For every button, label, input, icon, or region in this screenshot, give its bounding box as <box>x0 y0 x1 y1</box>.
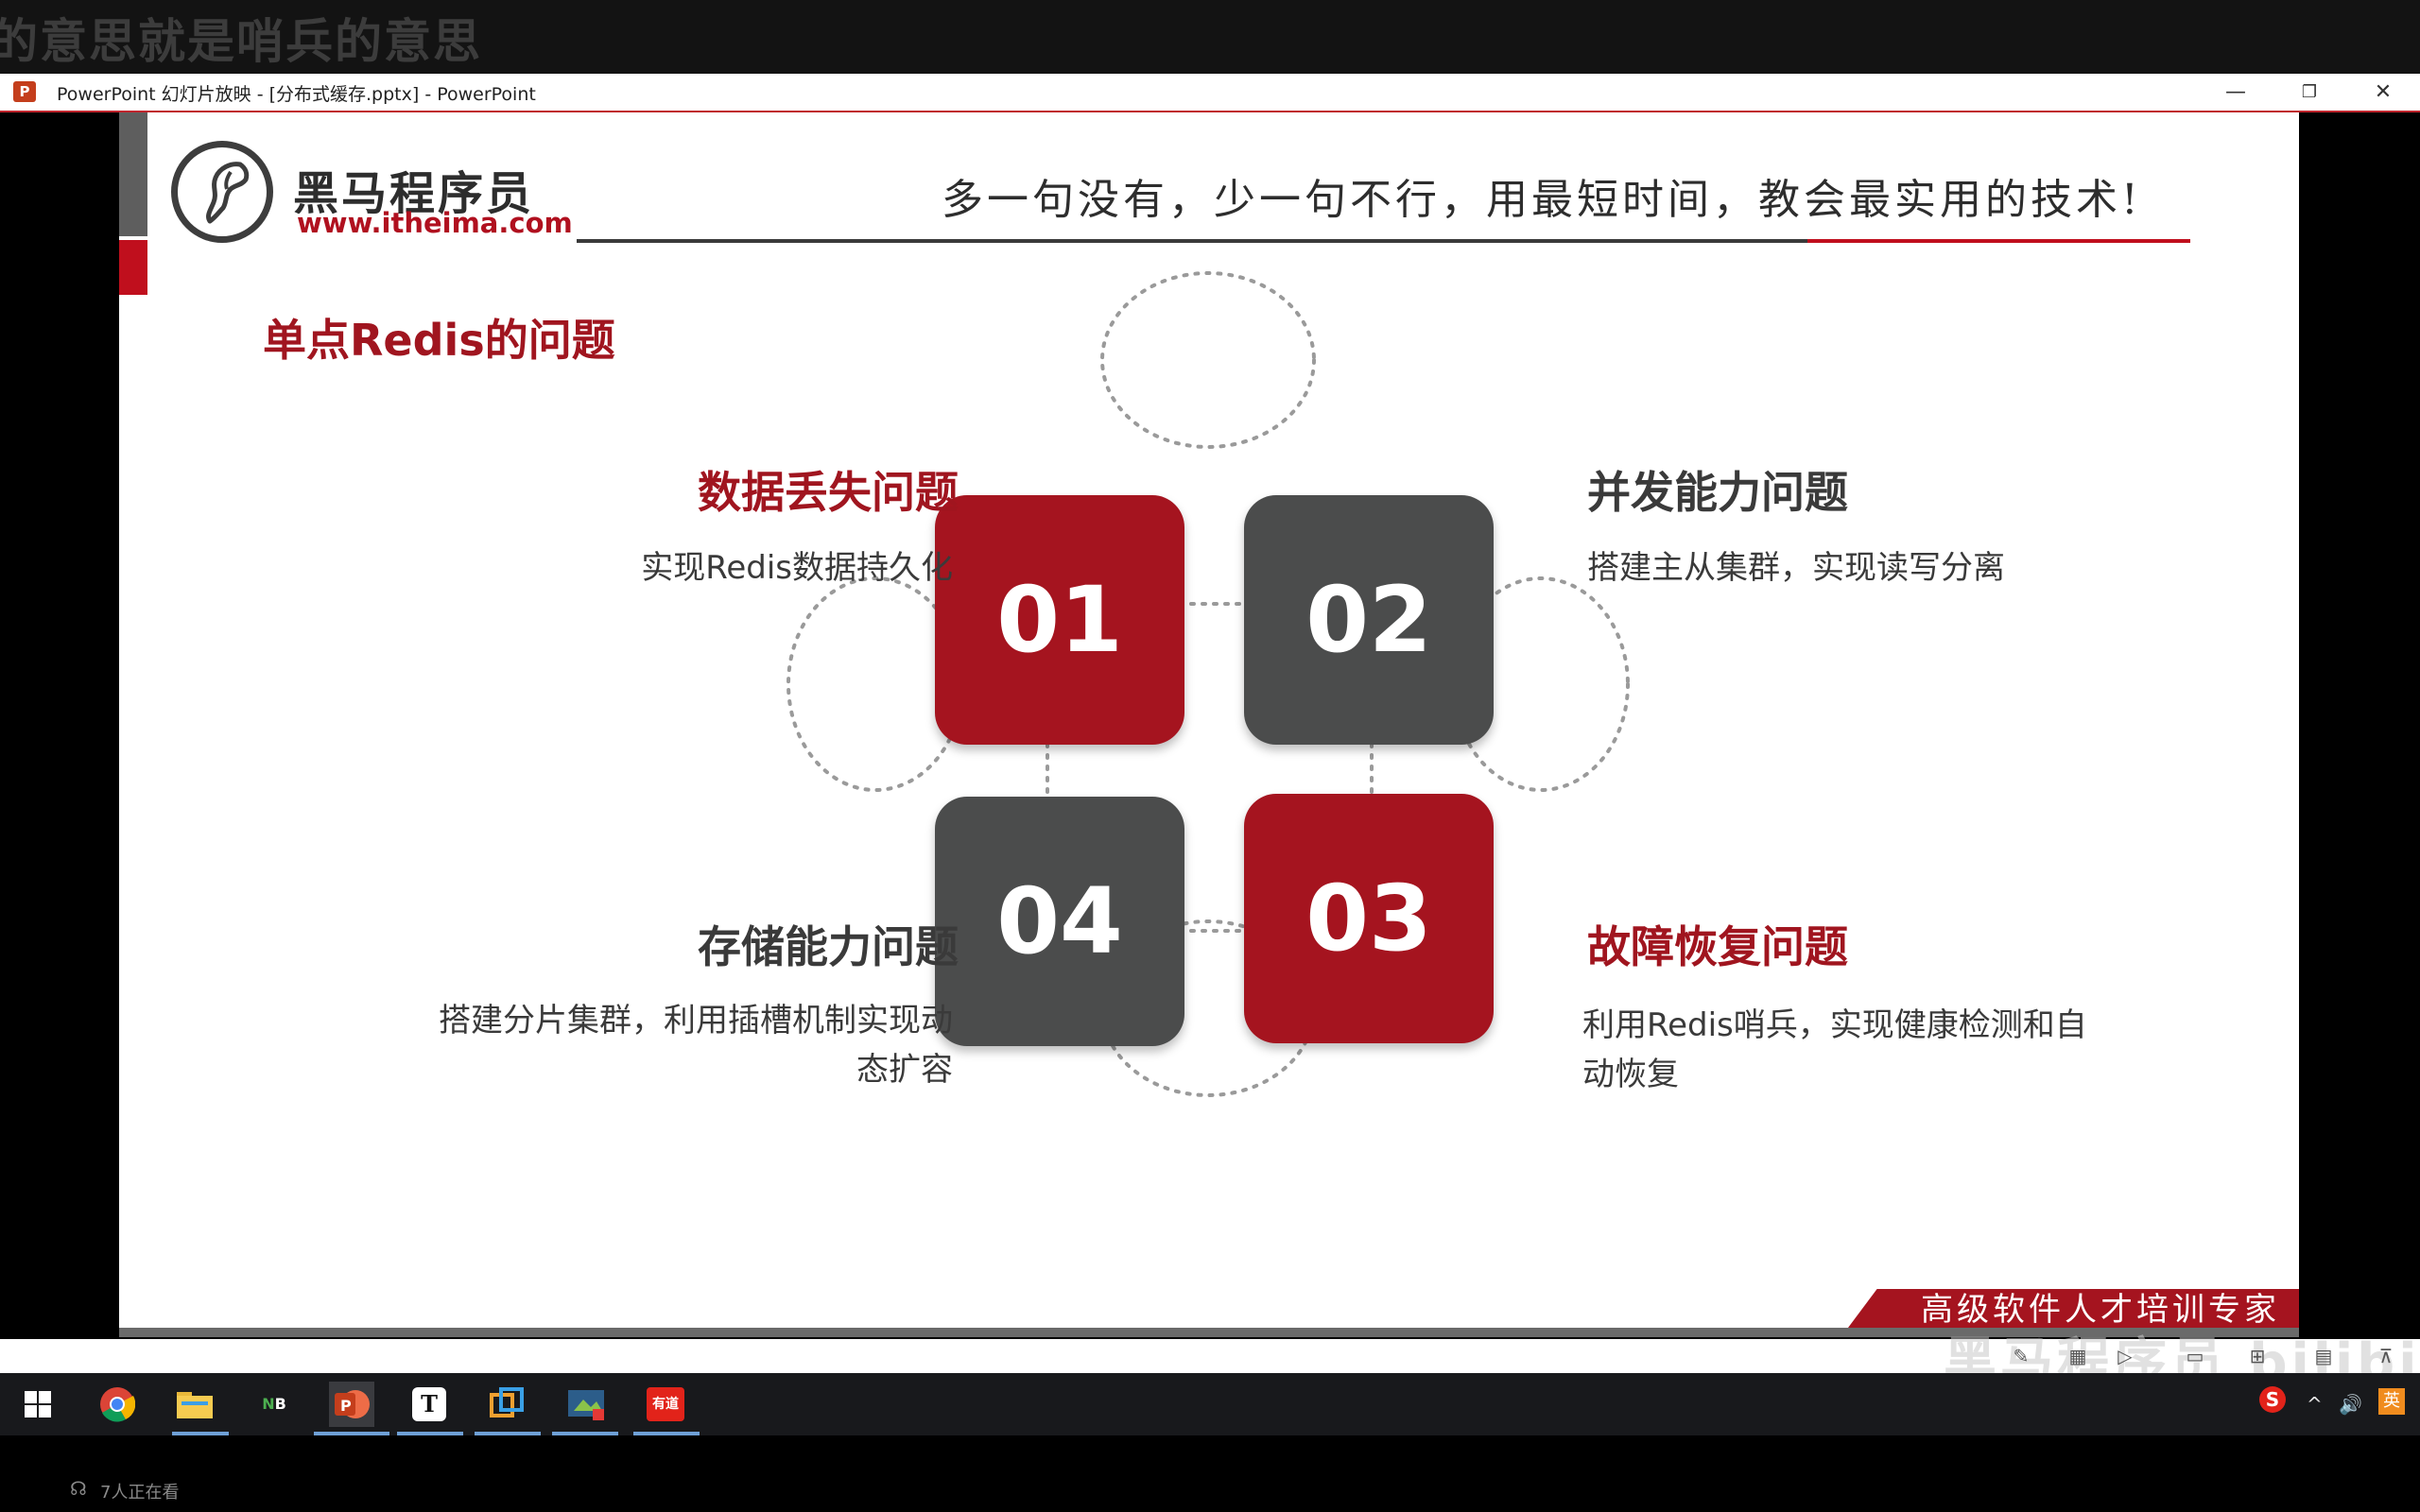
pen-icon[interactable]: ✎ <box>2010 1345 2032 1367</box>
play-icon[interactable]: ▷ <box>2114 1345 2136 1367</box>
item-desc-02: 搭建主从集群，实现读写分离 <box>1587 549 2005 587</box>
item-desc-04: 搭建分片集群，利用插槽机制实现动态扩容 <box>439 1002 953 1089</box>
item-desc-03: 利用Redis哨兵，实现健康检测和自动恢复 <box>1582 1006 2087 1093</box>
minimize-button[interactable]: — <box>2203 74 2269 111</box>
grid-icon[interactable]: ▦ <box>2066 1345 2089 1367</box>
slide[interactable]: 黑马程序员 www.itheima.com 多一句没有，少一句不行，用最短时间，… <box>119 112 2299 1332</box>
restore-button[interactable]: ❐ <box>2276 74 2342 111</box>
youdao-icon[interactable]: 有道 <box>643 1382 688 1427</box>
ime-language[interactable]: 英 <box>2378 1388 2405 1415</box>
item-title-04: 存储能力问题 <box>698 921 959 972</box>
typora-icon[interactable]: T <box>406 1382 452 1427</box>
item-number-01: 01 <box>935 495 1184 745</box>
window-title-bar: P PowerPoint 幻灯片放映 - [分布式缓存.pptx] - Powe… <box>0 74 2420 112</box>
powerpoint-icon: P <box>13 81 36 102</box>
dotted-connector-graphic <box>786 271 1630 1097</box>
file-explorer-icon[interactable] <box>172 1382 217 1427</box>
slideshow-icon[interactable]: ⊼ <box>2375 1345 2397 1367</box>
viewers-icon: ☊ <box>70 1477 87 1500</box>
reading-view-icon[interactable]: ▤ <box>2312 1345 2335 1367</box>
windows-start-icon[interactable] <box>15 1382 60 1427</box>
taskbar: NB P T 有道 S ^ 🔊 英 <box>0 1373 2420 1435</box>
window-title: PowerPoint 幻灯片放映 - [分布式缓存.pptx] - PowerP… <box>57 84 536 105</box>
youdao-label: 有道 <box>647 1387 684 1421</box>
video-subtitle: 的意思就是哨兵的意思 <box>0 14 482 69</box>
close-button[interactable]: ✕ <box>2350 74 2416 111</box>
sogou-ime-icon[interactable]: S <box>2259 1386 2286 1413</box>
item-number-04: 04 <box>935 797 1184 1046</box>
item-number-03: 03 <box>1244 794 1494 1043</box>
stream-footer: ☊ 7人正在看 <box>0 1435 2420 1512</box>
svg-text:P: P <box>340 1397 352 1415</box>
virtualbox-icon[interactable] <box>484 1382 529 1427</box>
item-number-02: 02 <box>1244 495 1494 745</box>
screenshot-tool-icon[interactable] <box>563 1382 609 1427</box>
item-title-02: 并发能力问题 <box>1587 467 1848 518</box>
item-title-01: 数据丢失问题 <box>698 467 959 518</box>
powerpoint-taskbar-icon[interactable]: P <box>329 1382 374 1427</box>
sorter-view-icon[interactable]: ⊞ <box>2246 1345 2269 1367</box>
slideshow-area: 黑马程序员 www.itheima.com 多一句没有，少一句不行，用最短时间，… <box>0 112 2420 1339</box>
video-subtitle-bar: 的意思就是哨兵的意思 <box>0 0 2420 74</box>
slideshow-status-bar: 黑马程序员 bilibili ✎ ▦ ▷ ▭ ⊞ ▤ ⊼ <box>0 1332 2420 1394</box>
volume-icon[interactable]: 🔊 <box>2339 1390 2362 1418</box>
tray-chevron-icon[interactable]: ^ <box>2307 1390 2323 1418</box>
viewer-count: 7人正在看 <box>100 1483 180 1503</box>
item-title-03: 故障恢复问题 <box>1587 921 1848 972</box>
normal-view-icon[interactable]: ▭ <box>2184 1345 2206 1367</box>
item-desc-01: 实现Redis数据持久化 <box>641 549 953 587</box>
chrome-icon[interactable] <box>95 1382 140 1427</box>
navicat-icon[interactable]: NB <box>251 1382 297 1427</box>
